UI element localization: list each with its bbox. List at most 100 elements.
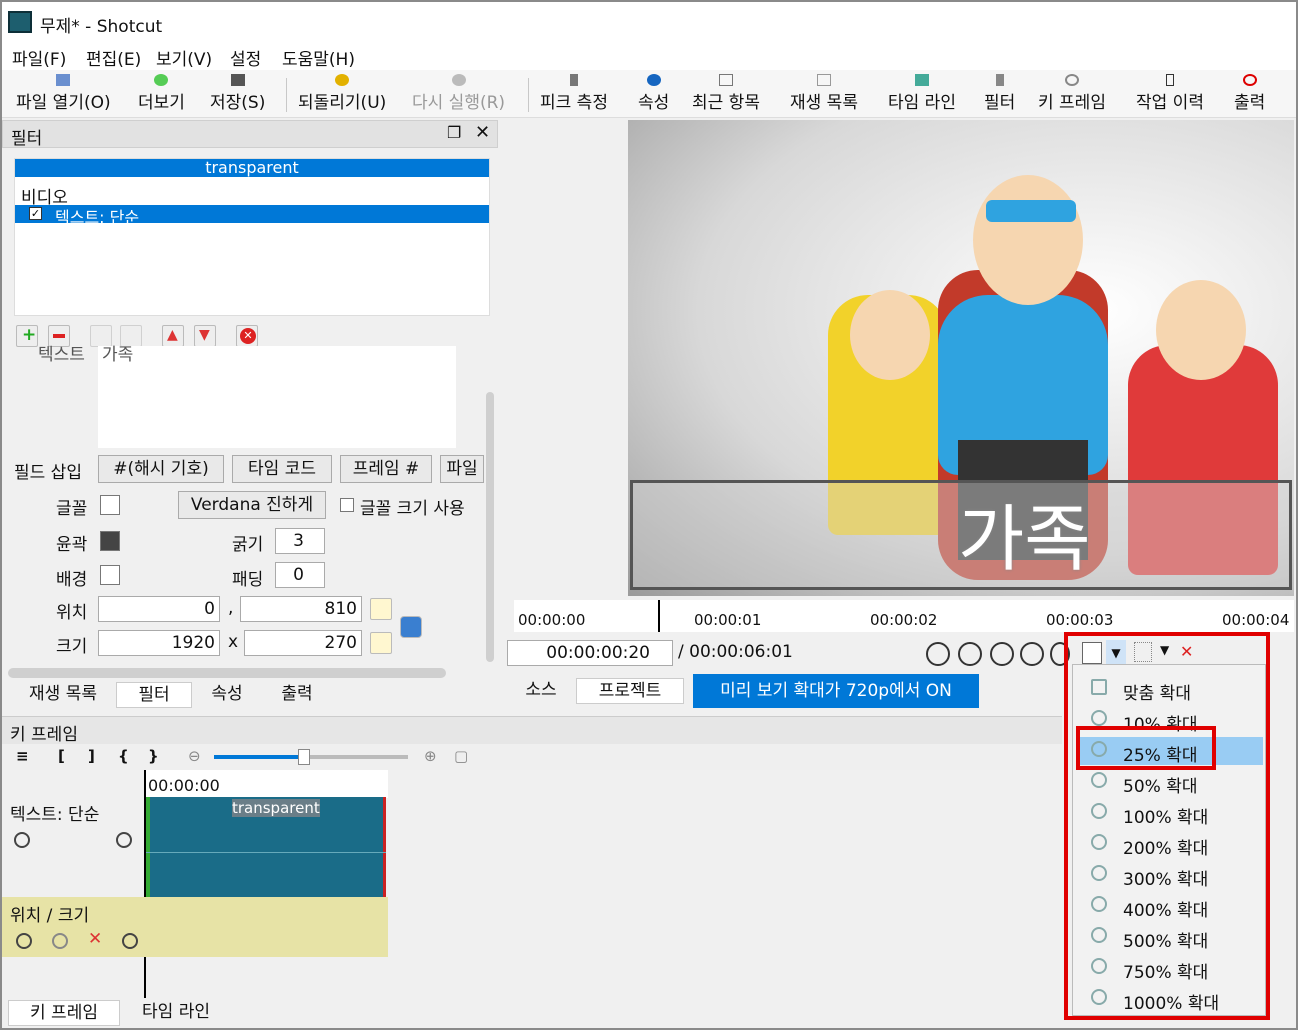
filter-item[interactable]: ✓ 텍스트: 단순 [15,205,489,227]
zoom-in-icon[interactable]: ⊕ [424,747,437,765]
prev-keyframe-icon[interactable] [16,933,32,949]
keyframe-clip[interactable]: transparent [146,797,386,897]
track-name: 텍스트: 단순 [10,805,100,825]
character-head [973,175,1083,305]
text-editor[interactable] [98,346,456,448]
ruler-tick: 00:00:03 [1046,611,1114,629]
keyframe-ruler[interactable]: 00:00:00 [146,770,388,798]
tab-playlist[interactable]: 재생 목록 [10,682,116,708]
position-undo-button[interactable] [370,598,392,620]
timecode-button[interactable]: 타임 코드 [232,455,332,483]
history-icon [1165,74,1174,86]
zoom-slider[interactable] [214,749,408,765]
horizontal-scrollbar[interactable] [8,668,446,678]
tab-properties[interactable]: 속성 [192,682,262,708]
play-icon[interactable] [990,642,1014,666]
menu-bar: 파일(F) 편집(E) 보기(V) 설정 도움말(H) [2,40,1296,70]
peak-meter-button[interactable]: 피크 측정 [540,74,608,113]
video-preview[interactable]: 가족 [628,120,1294,596]
tab-timeline[interactable]: 타임 라인 [122,1000,230,1026]
zoom-slider-handle[interactable] [298,749,310,765]
frame-number-button[interactable]: 프레임 # [340,455,432,483]
properties-button[interactable]: 속성 [638,74,669,113]
size-undo-button[interactable] [370,632,392,654]
move-up-button[interactable]: ▲ [162,325,184,347]
set-out-icon[interactable]: ] [88,747,95,765]
export-button[interactable]: 출력 [1234,74,1265,113]
size-height-input[interactable]: 270 [244,630,362,656]
position-label: 위치 [56,603,88,623]
set-in-icon[interactable]: [ [58,747,65,765]
float-icon[interactable]: ❐ [447,123,461,142]
menu-edit[interactable]: 편집(E) [86,45,141,70]
font-color-swatch[interactable] [100,495,120,515]
filters-panel-header: 필터 ❐ ✕ [2,120,498,149]
recent-button[interactable]: 최근 항목 [692,74,760,113]
outline-color-swatch[interactable] [100,531,120,551]
down-arrow-icon: ▼ [199,327,210,343]
menu-help[interactable]: 도움말(H) [282,45,355,70]
background-color-swatch[interactable] [100,565,120,585]
seek-out-icon[interactable]: } [148,747,159,765]
font-size-checkbox[interactable] [340,498,354,512]
skip-start-icon[interactable] [926,642,950,666]
rewind-icon[interactable] [958,642,982,666]
add-filter-button[interactable]: + [16,325,38,347]
save-button[interactable]: 저장(S) [210,74,265,113]
history-button[interactable]: 작업 이력 [1136,74,1204,113]
filter-enabled-checkbox[interactable]: ✓ [29,207,42,220]
more-button[interactable]: 더보기 [138,74,185,113]
thickness-spinbox[interactable]: 3 [275,528,325,554]
menu-settings[interactable]: 설정 [230,45,261,70]
filter-button[interactable]: 필터 [984,74,1015,113]
tab-export[interactable]: 출력 [262,682,332,708]
position-x-input[interactable]: 0 [98,596,220,622]
undo-button[interactable]: 되돌리기(U) [298,74,386,113]
folder-icon [56,74,71,86]
file-button[interactable]: 파일 [440,455,484,483]
menu-file[interactable]: 파일(F) [12,45,66,70]
hash-button[interactable]: #(해시 기호) [98,455,224,483]
fast-forward-icon[interactable] [1020,642,1044,666]
next-keyframe-icon[interactable] [122,933,138,949]
close-icon[interactable]: ✕ [475,122,490,143]
keyframe-toggle-button[interactable] [400,616,422,638]
prev-keyframe-icon[interactable] [14,832,30,848]
timeline-button[interactable]: 타임 라인 [888,74,956,113]
font-button[interactable]: Verdana 진하게 [178,491,326,519]
remove-keyframe-icon[interactable]: ✕ [88,929,102,949]
keyframe-timecode: 00:00:00 [148,776,220,795]
tab-source[interactable]: 소스 [508,678,574,704]
clip-midline [146,852,386,853]
stop-icon: ✕ [240,328,256,344]
minus-icon [53,334,65,338]
next-keyframe-icon[interactable] [116,832,132,848]
timecode-input[interactable]: 00:00:00:20 [507,640,673,666]
tab-filters[interactable]: 필터 [116,682,192,708]
filter-list: transparent 비디오 ✓ 텍스트: 단순 [14,158,490,316]
zoom-slider-fill [214,755,304,759]
highlight-zoom-menu [1064,632,1270,1020]
size-width-input[interactable]: 1920 [98,630,220,656]
position-y-input[interactable]: 810 [240,596,362,622]
padding-spinbox[interactable]: 0 [275,562,325,588]
redo-button[interactable]: 다시 실행(R) [412,74,505,113]
seek-in-icon[interactable]: { [118,747,129,765]
open-file-button[interactable]: 파일 열기(O) [16,74,111,113]
move-down-button[interactable]: ▼ [194,325,216,347]
stopwatch-icon[interactable] [52,933,68,949]
vertical-scrollbar[interactable] [486,392,494,662]
stopwatch-icon [1064,74,1079,86]
menu-view[interactable]: 보기(V) [156,45,212,70]
playhead[interactable] [658,600,660,632]
app-icon [8,11,32,33]
zoom-fit-icon[interactable]: ▢ [454,747,468,765]
tab-keyframes[interactable]: 키 프레임 [8,1000,120,1026]
zoom-out-icon[interactable]: ⊖ [188,747,201,765]
time-ruler[interactable]: 00:00:00 00:00:01 00:00:02 00:00:03 00:0… [514,600,1294,632]
playlist-button[interactable]: 재생 목록 [790,74,858,113]
tab-project[interactable]: 프로젝트 [576,678,684,704]
keyframe-button[interactable]: 키 프레임 [1038,74,1106,113]
menu-icon[interactable]: ≡ [16,747,29,765]
deselect-button[interactable]: ✕ [236,325,258,347]
